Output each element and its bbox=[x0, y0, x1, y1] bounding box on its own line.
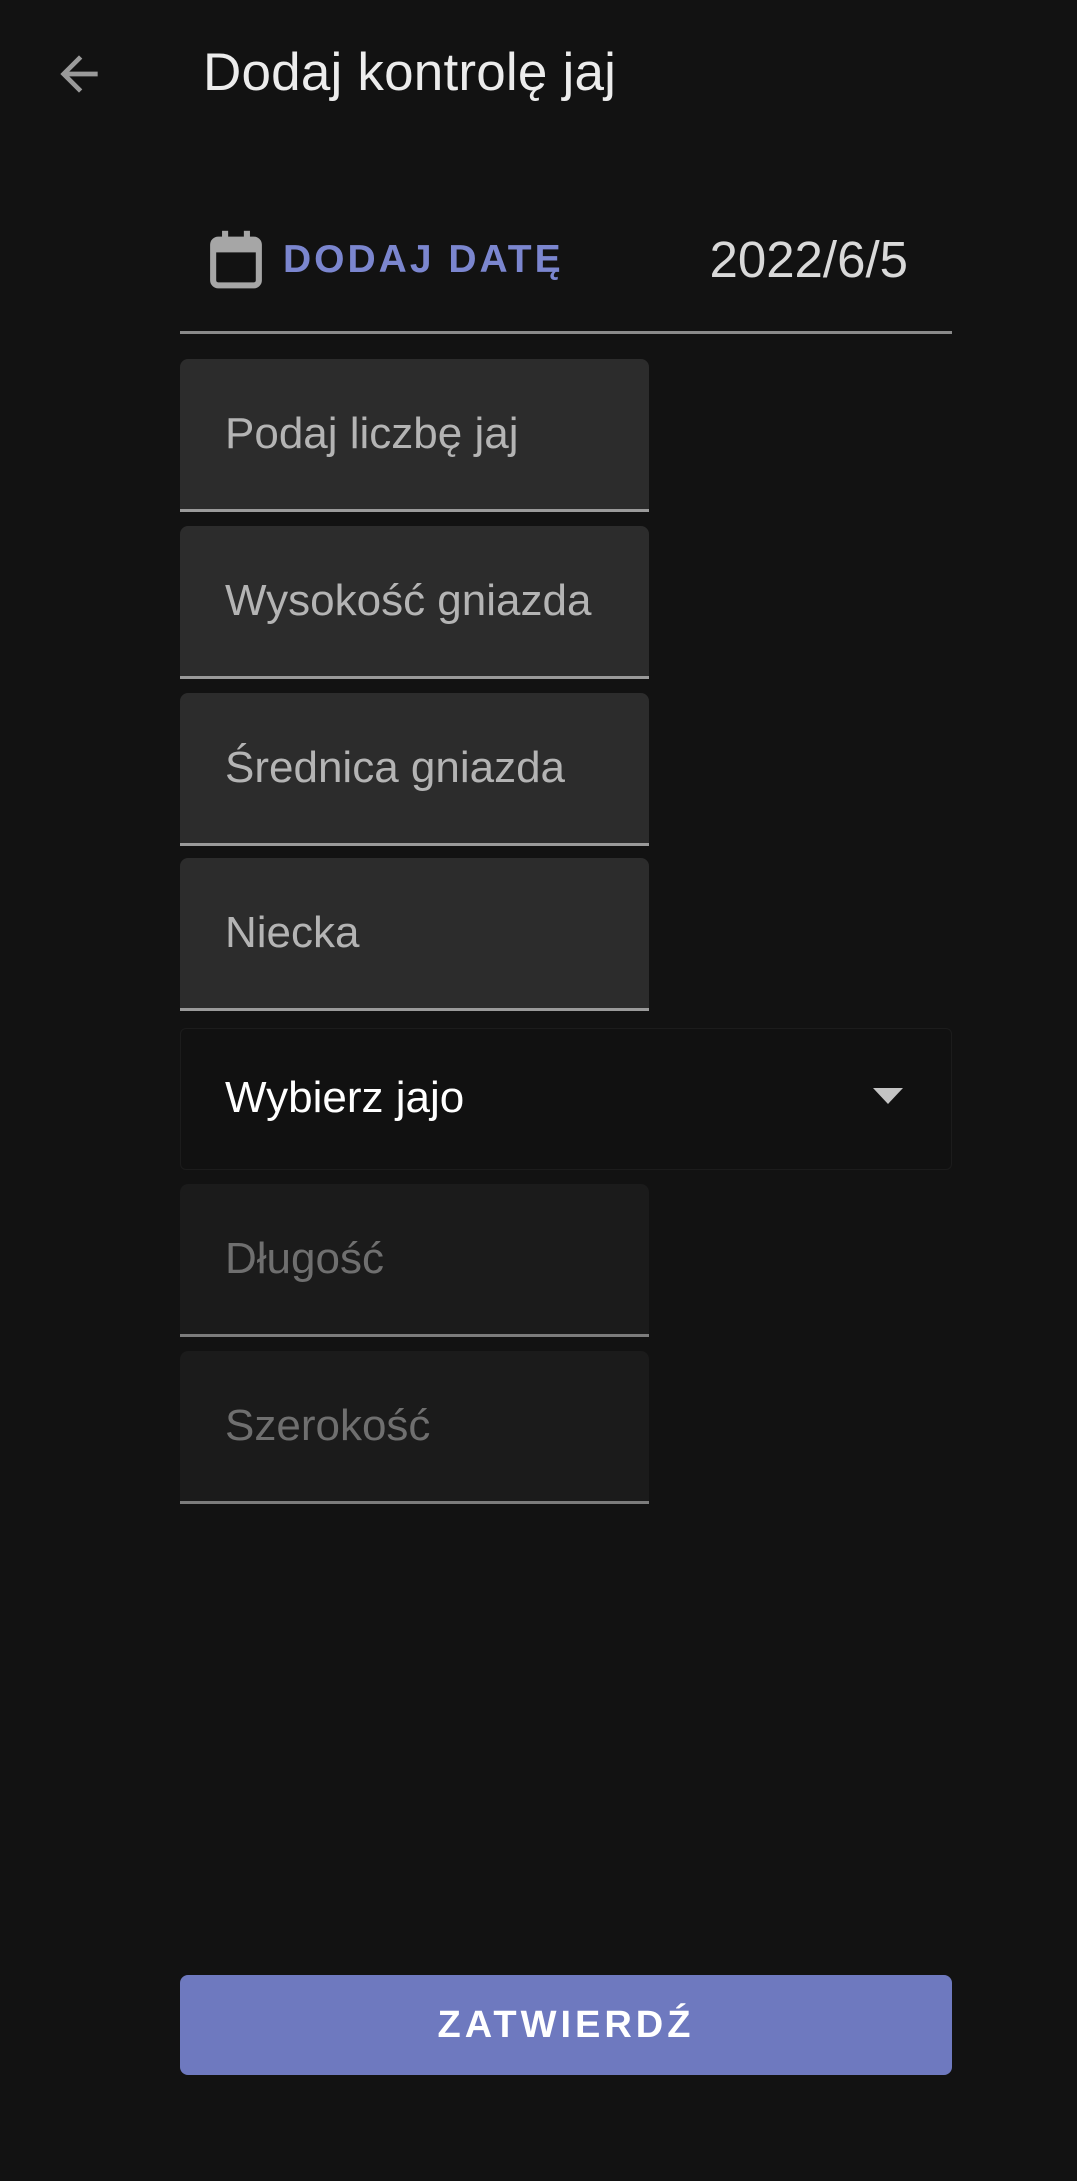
nest-diameter-input[interactable] bbox=[225, 693, 625, 843]
nest-diameter-field[interactable] bbox=[180, 693, 649, 846]
date-row: DODAJ DATĘ 2022/6/5 bbox=[180, 200, 952, 334]
length-field bbox=[180, 1184, 649, 1337]
app-bar: Dodaj kontrolę jaj bbox=[0, 0, 1077, 150]
width-input bbox=[225, 1351, 625, 1501]
dropdown-arrow-icon bbox=[873, 1088, 903, 1104]
submit-label: ZATWIERDŹ bbox=[437, 2003, 695, 2046]
calendar-icon bbox=[210, 230, 262, 289]
egg-select-value: Wybierz jajo bbox=[225, 1073, 465, 1122]
egg-count-input[interactable] bbox=[225, 359, 625, 509]
egg-select[interactable]: Wybierz jajo bbox=[180, 1028, 952, 1170]
arrow-back-icon bbox=[60, 55, 98, 93]
add-date-label: DODAJ DATĘ bbox=[283, 238, 564, 281]
width-field bbox=[180, 1351, 649, 1504]
selected-date: 2022/6/5 bbox=[709, 231, 908, 288]
nest-cup-input[interactable] bbox=[225, 858, 625, 1008]
back-button[interactable] bbox=[45, 40, 113, 108]
nest-cup-field[interactable] bbox=[180, 858, 649, 1011]
add-date-button[interactable]: DODAJ DATĘ bbox=[205, 225, 564, 295]
egg-count-field[interactable] bbox=[180, 359, 649, 512]
nest-height-input[interactable] bbox=[225, 526, 625, 676]
submit-button[interactable]: ZATWIERDŹ bbox=[180, 1975, 952, 2075]
length-input bbox=[225, 1184, 625, 1334]
page-title: Dodaj kontrolę jaj bbox=[203, 43, 617, 102]
nest-height-field[interactable] bbox=[180, 526, 649, 679]
